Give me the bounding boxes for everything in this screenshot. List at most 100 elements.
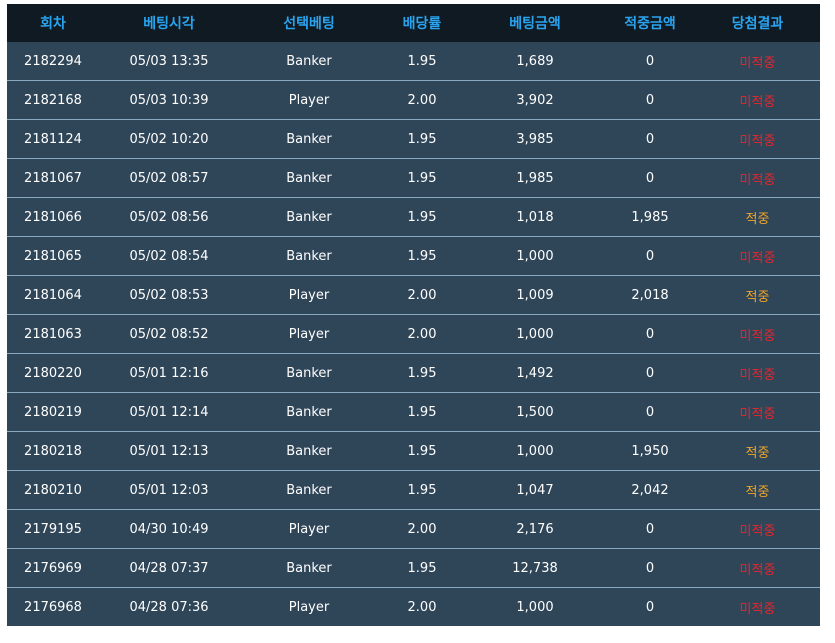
cell-round: 2180220 <box>24 365 82 381</box>
cell-bet-time: 05/03 13:35 <box>129 53 209 69</box>
table-row: 2180218 05/01 12:13 Banker 1.95 1,000 1,… <box>7 431 820 470</box>
cell-bet-amount: 1,009 <box>516 287 554 303</box>
cell-pick: Banker <box>286 53 332 69</box>
cell-win-amount: 0 <box>645 365 655 381</box>
cell-win-amount: 0 <box>645 326 655 342</box>
cell-result: 미적중 <box>739 601 776 617</box>
cell-pick: Player <box>288 92 330 108</box>
cell-win-amount: 0 <box>645 131 655 147</box>
cell-result: 미적중 <box>739 367 776 383</box>
table-row: 2176968 04/28 07:36 Player 2.00 1,000 0 … <box>7 587 820 626</box>
cell-win-amount: 2,042 <box>631 482 669 498</box>
cell-bet-time: 05/02 08:54 <box>129 248 209 264</box>
cell-win-amount: 0 <box>645 404 655 420</box>
cell-odds: 1.95 <box>407 443 437 459</box>
cell-round: 2181064 <box>24 287 82 303</box>
cell-round: 2180218 <box>24 443 82 459</box>
cell-pick: Banker <box>286 365 332 381</box>
cell-result: 적중 <box>745 211 770 227</box>
cell-pick: Banker <box>286 404 332 420</box>
table-row: 2181066 05/02 08:56 Banker 1.95 1,018 1,… <box>7 197 820 236</box>
table-row: 2181064 05/02 08:53 Player 2.00 1,009 2,… <box>7 275 820 314</box>
header-win-amount: 적중금액 <box>624 16 676 32</box>
header-round: 회차 <box>40 16 66 32</box>
cell-odds: 1.95 <box>407 404 437 420</box>
cell-win-amount: 2,018 <box>631 287 669 303</box>
cell-odds: 2.00 <box>407 287 437 303</box>
cell-result: 미적중 <box>739 55 776 71</box>
table-row: 2182168 05/03 10:39 Player 2.00 3,902 0 … <box>7 80 820 119</box>
cell-odds: 1.95 <box>407 560 437 576</box>
cell-bet-time: 04/28 07:36 <box>129 599 209 615</box>
cell-round: 2180210 <box>24 482 82 498</box>
cell-pick: Banker <box>286 443 332 459</box>
table-row: 2180220 05/01 12:16 Banker 1.95 1,492 0 … <box>7 353 820 392</box>
cell-bet-amount: 1,018 <box>516 209 554 225</box>
cell-round: 2181065 <box>24 248 82 264</box>
cell-result: 미적중 <box>739 406 776 422</box>
cell-bet-time: 05/01 12:03 <box>129 482 209 498</box>
cell-result: 미적중 <box>739 328 776 344</box>
cell-bet-time: 05/02 08:57 <box>129 170 209 186</box>
cell-odds: 1.95 <box>407 365 437 381</box>
table-row: 2179195 04/30 10:49 Player 2.00 2,176 0 … <box>7 509 820 548</box>
cell-pick: Banker <box>286 248 332 264</box>
cell-odds: 2.00 <box>407 326 437 342</box>
cell-win-amount: 0 <box>645 170 655 186</box>
cell-win-amount: 0 <box>645 521 655 537</box>
table-row: 2181067 05/02 08:57 Banker 1.95 1,985 0 … <box>7 158 820 197</box>
cell-odds: 1.95 <box>407 482 437 498</box>
cell-bet-time: 04/30 10:49 <box>129 521 209 537</box>
table-row: 2176969 04/28 07:37 Banker 1.95 12,738 0… <box>7 548 820 587</box>
cell-pick: Player <box>288 326 330 342</box>
cell-bet-time: 05/03 10:39 <box>129 92 209 108</box>
cell-bet-time: 05/02 10:20 <box>129 131 209 147</box>
cell-bet-time: 05/01 12:14 <box>129 404 209 420</box>
cell-round: 2181124 <box>24 131 82 147</box>
cell-result: 미적중 <box>739 562 776 578</box>
cell-win-amount: 0 <box>645 53 655 69</box>
cell-round: 2182294 <box>24 53 82 69</box>
cell-odds: 2.00 <box>407 599 437 615</box>
table-row: 2181124 05/02 10:20 Banker 1.95 3,985 0 … <box>7 119 820 158</box>
cell-bet-time: 05/02 08:52 <box>129 326 209 342</box>
cell-bet-time: 05/02 08:56 <box>129 209 209 225</box>
cell-pick: Banker <box>286 170 332 186</box>
cell-pick: Banker <box>286 209 332 225</box>
cell-odds: 1.95 <box>407 131 437 147</box>
cell-bet-amount: 1,047 <box>516 482 554 498</box>
header-result: 당첨결과 <box>731 16 784 32</box>
cell-result: 적중 <box>745 484 770 500</box>
cell-pick: Banker <box>286 560 332 576</box>
cell-result: 미적중 <box>739 250 776 266</box>
table-row: 2181063 05/02 08:52 Player 2.00 1,000 0 … <box>7 314 820 353</box>
table-body: 2182294 05/03 13:35 Banker 1.95 1,689 0 … <box>7 42 820 626</box>
cell-odds: 1.95 <box>407 53 437 69</box>
table-row: 2180210 05/01 12:03 Banker 1.95 1,047 2,… <box>7 470 820 509</box>
cell-win-amount: 1,985 <box>631 209 669 225</box>
cell-bet-time: 04/28 07:37 <box>129 560 209 576</box>
cell-round: 2176969 <box>24 560 82 576</box>
cell-result: 미적중 <box>739 523 776 539</box>
cell-round: 2181067 <box>24 170 82 186</box>
cell-result: 적중 <box>745 289 770 305</box>
cell-round: 2176968 <box>24 599 82 615</box>
cell-bet-amount: 12,738 <box>512 560 558 576</box>
cell-bet-amount: 1,985 <box>516 170 554 186</box>
cell-odds: 2.00 <box>407 92 437 108</box>
cell-win-amount: 1,950 <box>631 443 669 459</box>
cell-pick: Player <box>288 287 330 303</box>
cell-round: 2181066 <box>24 209 82 225</box>
header-bet-time: 베팅시각 <box>143 16 195 32</box>
cell-result: 적중 <box>745 445 770 461</box>
cell-round: 2181063 <box>24 326 82 342</box>
cell-round: 2182168 <box>24 92 82 108</box>
cell-bet-time: 05/01 12:13 <box>129 443 209 459</box>
cell-win-amount: 0 <box>645 560 655 576</box>
table-row: 2182294 05/03 13:35 Banker 1.95 1,689 0 … <box>7 42 820 80</box>
cell-win-amount: 0 <box>645 248 655 264</box>
header-bet-amount: 베팅금액 <box>509 16 561 32</box>
cell-bet-amount: 2,176 <box>516 521 554 537</box>
header-pick: 선택베팅 <box>283 16 335 32</box>
cell-odds: 1.95 <box>407 170 437 186</box>
